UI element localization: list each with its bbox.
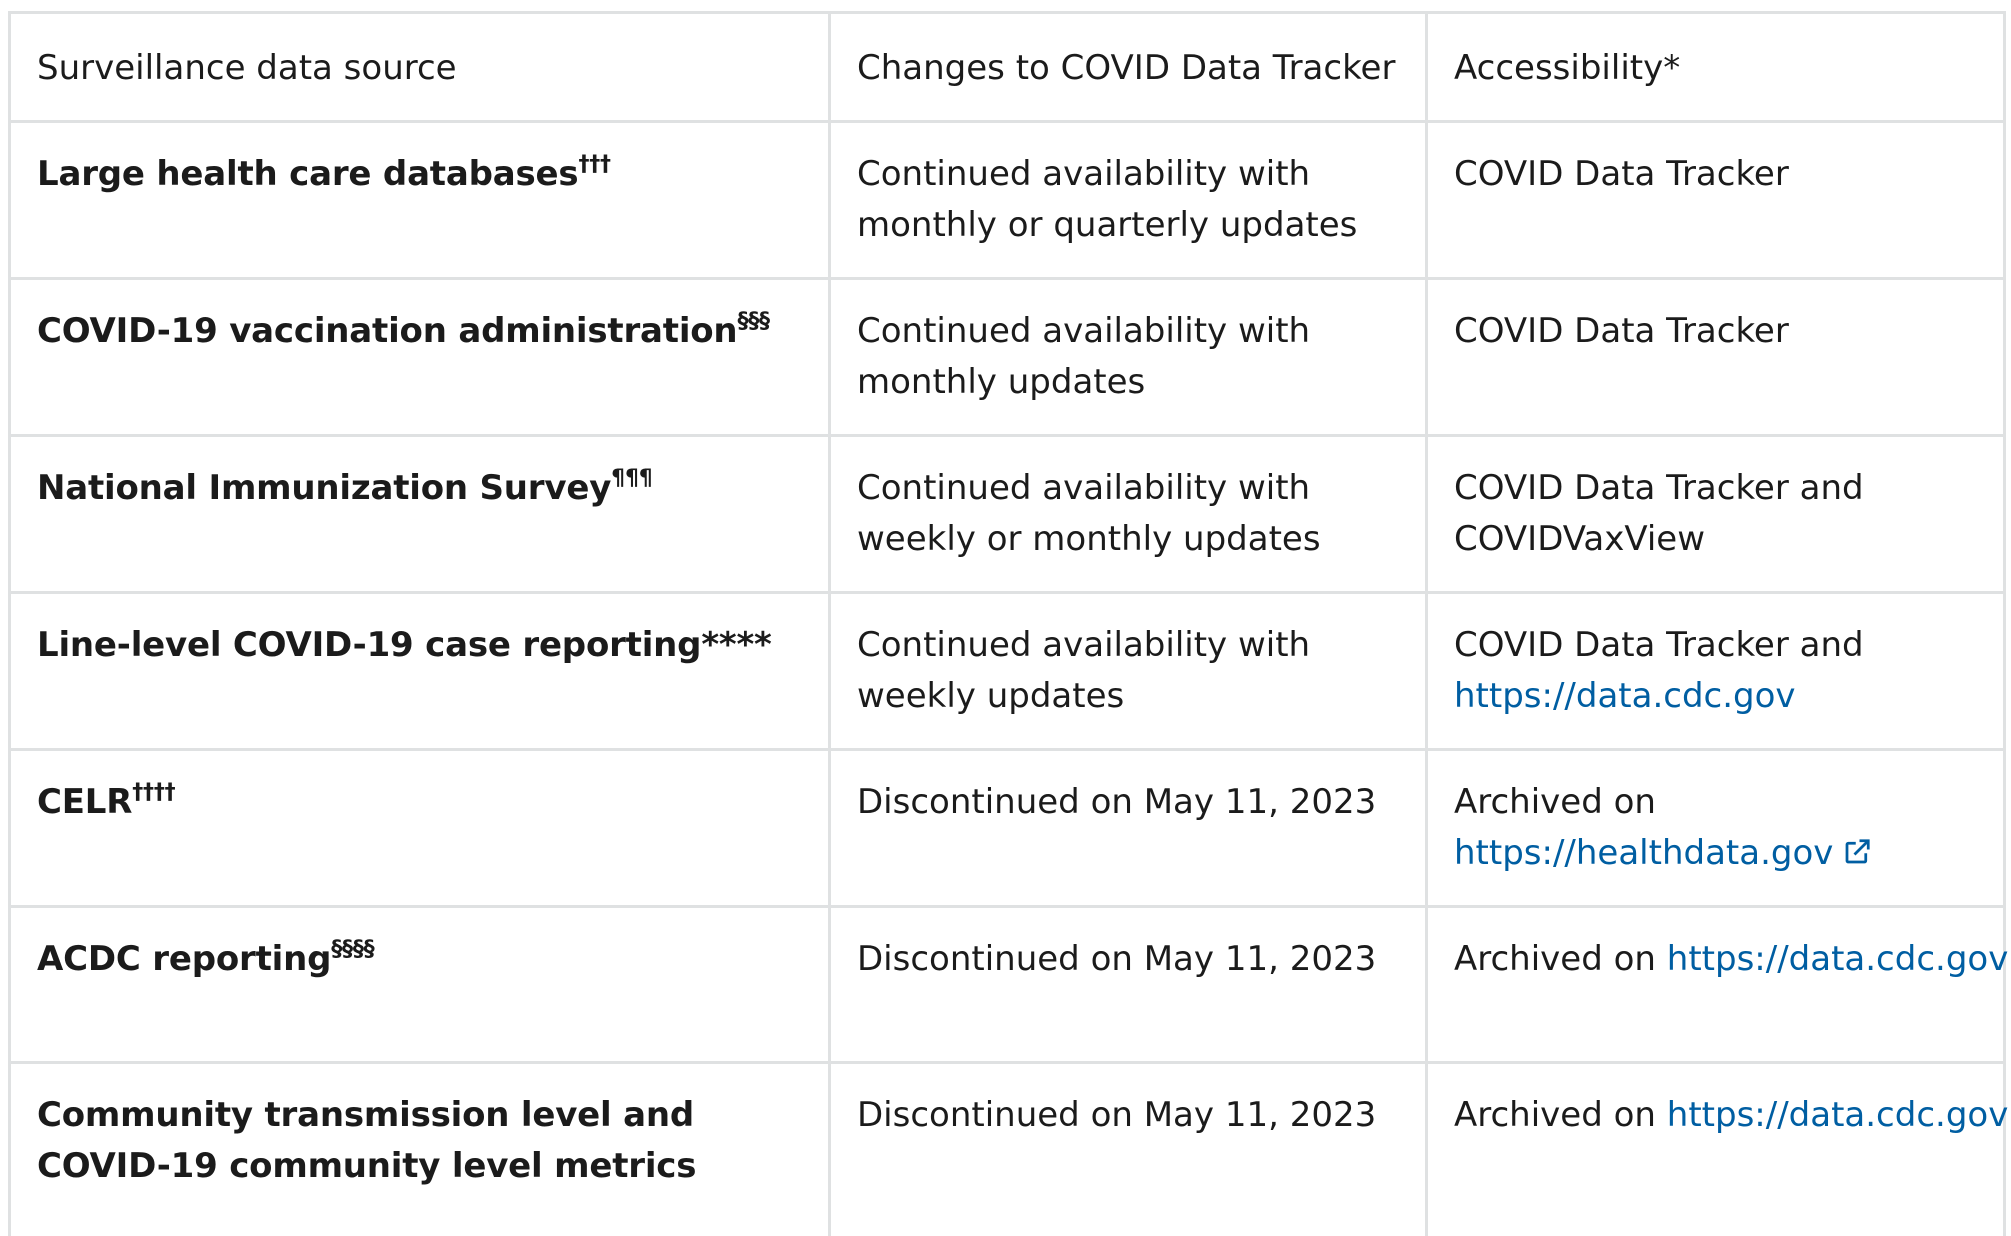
source-cell: Community transmission level and COVID-1… — [10, 1063, 830, 1236]
accessibility-text: COVID Data Tracker — [1454, 154, 1789, 194]
accessibility-text: Archived on — [1454, 782, 1656, 822]
data-cdc-gov-link[interactable]: https://data.cdc.gov — [1667, 1095, 2009, 1135]
accessibility-cell: Archived on https://data.cdc.gov — [1427, 1063, 2005, 1236]
source-cell: CELR†††† — [10, 750, 830, 907]
accessibility-text: COVID Data Tracker — [1454, 311, 1789, 351]
table-header-row: Surveillance data source Changes to COVI… — [10, 13, 2005, 122]
source-label: CELR — [37, 782, 132, 822]
footnote-marker[interactable]: ¶¶¶ — [611, 466, 652, 491]
data-cdc-gov-link[interactable]: https://data.cdc.gov — [1667, 939, 2009, 979]
external-link-icon — [1841, 837, 1873, 867]
data-cdc-gov-link[interactable]: https://data.cdc.gov — [1454, 676, 1796, 716]
changes-cell: Discontinued on May 11, 2023 — [830, 750, 1427, 907]
source-cell: National Immunization Survey¶¶¶ — [10, 436, 830, 593]
header-changes-to-tracker: Changes to COVID Data Tracker — [830, 13, 1427, 122]
changes-cell: Discontinued on May 11, 2023 — [830, 907, 1427, 1063]
accessibility-text: Archived on — [1454, 939, 1656, 979]
source-cell: ACDC reporting§§§§ — [10, 907, 830, 1063]
footnote-marker[interactable]: ††† — [578, 152, 610, 177]
source-label: National Immunization Survey — [37, 468, 611, 508]
accessibility-cell: COVID Data Tracker and COVIDVaxView — [1427, 436, 2005, 593]
changes-cell: Continued availability with weekly or mo… — [830, 436, 1427, 593]
header-surveillance-data-source: Surveillance data source — [10, 13, 830, 122]
source-cell: Large health care databases††† — [10, 122, 830, 279]
source-label: ACDC reporting — [37, 939, 331, 979]
accessibility-cell: Archived on https://healthdata.gov — [1427, 750, 2005, 907]
changes-cell: Continued availability with monthly upda… — [830, 279, 1427, 436]
accessibility-cell: COVID Data Tracker — [1427, 122, 2005, 279]
changes-cell: Discontinued on May 11, 2023 — [830, 1063, 1427, 1236]
accessibility-text: COVID Data Tracker and — [1454, 625, 1864, 665]
accessibility-cell: COVID Data Tracker — [1427, 279, 2005, 436]
table-row: CELR†††† Discontinued on May 11, 2023 Ar… — [10, 750, 2005, 907]
source-cell: COVID-19 vaccination administration§§§ — [10, 279, 830, 436]
surveillance-data-table: Surveillance data source Changes to COVI… — [8, 11, 2006, 1236]
footnote-marker[interactable]: †††† — [132, 780, 175, 805]
table-row: Large health care databases††† Continued… — [10, 122, 2005, 279]
table-row: Community transmission level and COVID-1… — [10, 1063, 2005, 1236]
source-label: Line-level COVID-19 case reporting**** — [37, 625, 772, 665]
table-row: ACDC reporting§§§§ Discontinued on May 1… — [10, 907, 2005, 1063]
healthdata-gov-link[interactable]: https://healthdata.gov — [1454, 833, 1873, 873]
accessibility-text: Archived on — [1454, 1095, 1656, 1135]
source-label: Large health care databases — [37, 154, 578, 194]
accessibility-cell: COVID Data Tracker and https://data.cdc.g… — [1427, 593, 2005, 750]
changes-cell: Continued availability with weekly updat… — [830, 593, 1427, 750]
table-row: Line-level COVID-19 case reporting**** C… — [10, 593, 2005, 750]
accessibility-cell: Archived on https://data.cdc.gov — [1427, 907, 2005, 1063]
source-label: COVID-19 vaccination administration — [37, 311, 737, 351]
table-row: COVID-19 vaccination administration§§§ C… — [10, 279, 2005, 436]
footnote-marker[interactable]: §§§ — [737, 309, 769, 334]
accessibility-text: COVID Data Tracker and COVIDVaxView — [1454, 468, 1864, 559]
header-accessibility: Accessibility* — [1427, 13, 2005, 122]
source-cell: Line-level COVID-19 case reporting**** — [10, 593, 830, 750]
changes-cell: Continued availability with monthly or q… — [830, 122, 1427, 279]
table-row: National Immunization Survey¶¶¶ Continue… — [10, 436, 2005, 593]
source-label: Community transmission level and COVID-1… — [37, 1095, 696, 1186]
footnote-marker[interactable]: §§§§ — [331, 937, 374, 962]
healthdata-gov-link-text: https://healthdata.gov — [1454, 833, 1833, 873]
